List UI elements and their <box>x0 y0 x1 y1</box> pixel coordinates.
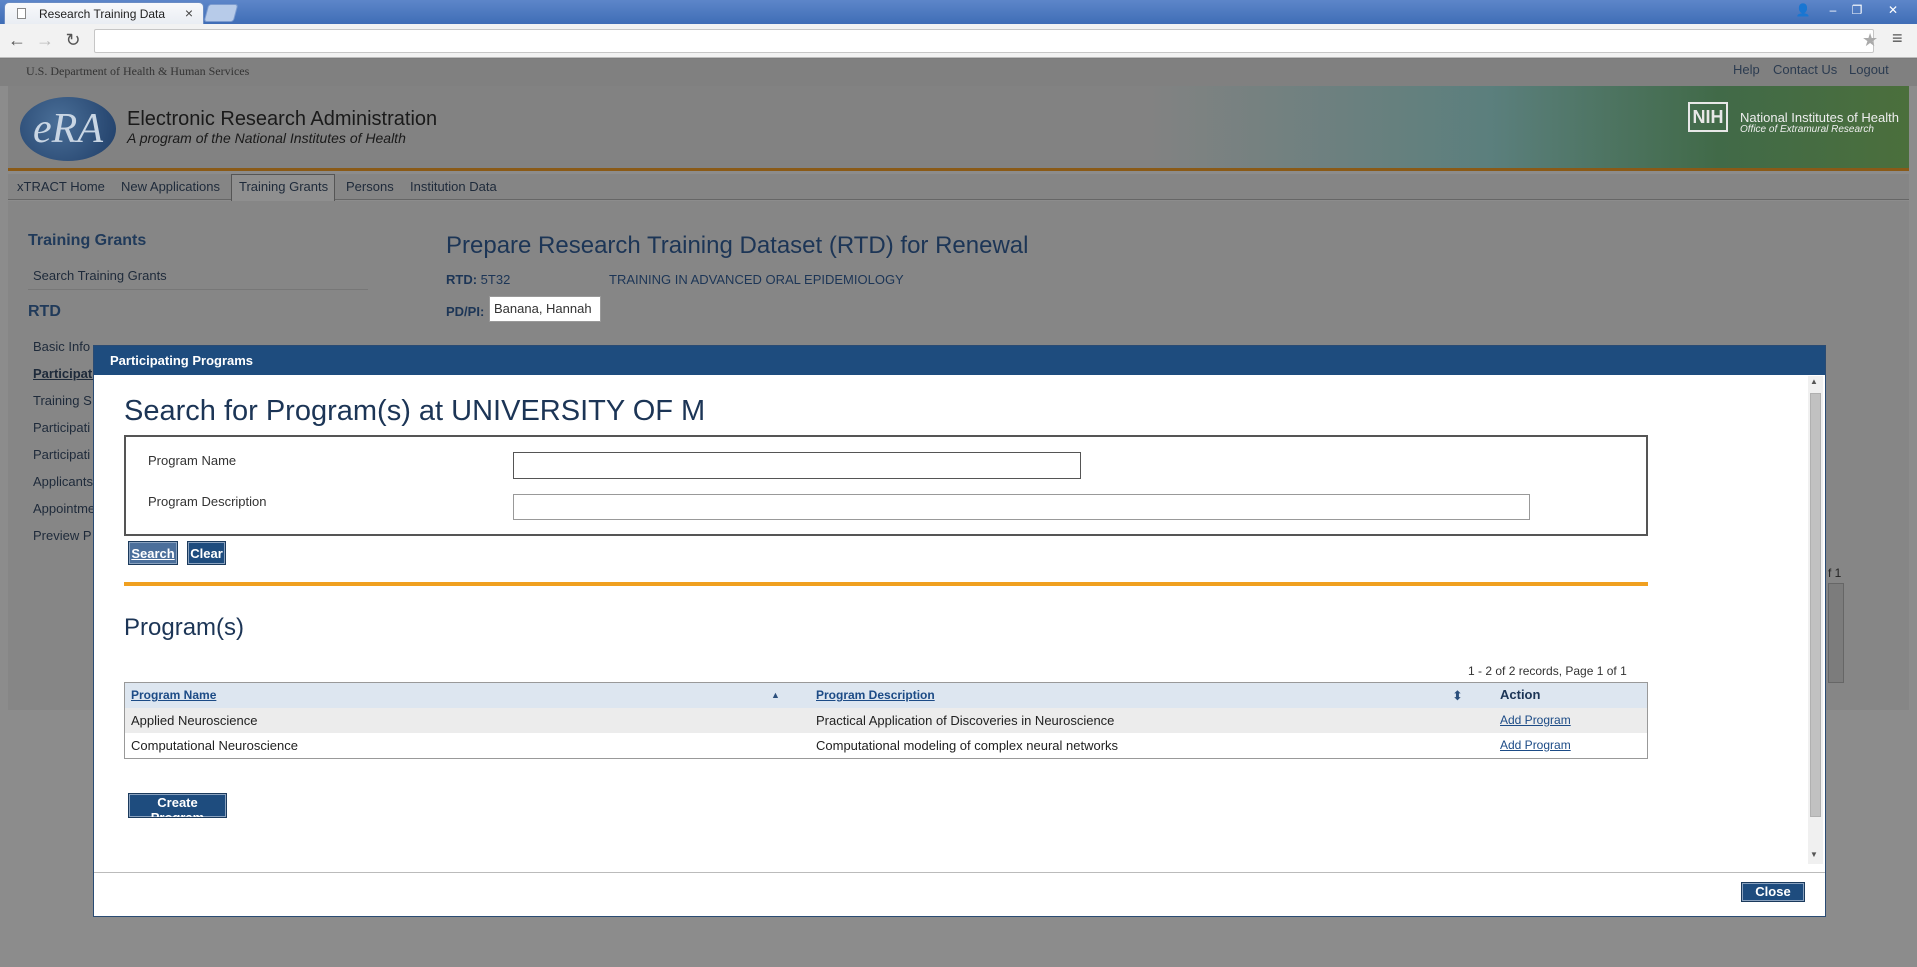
program-name-cell: Computational Neuroscience <box>131 738 298 753</box>
contact-us-link[interactable]: Contact Us <box>1773 62 1837 77</box>
pdpi-label: PD/PI: <box>446 304 485 319</box>
sidebar-item-participating-2[interactable]: Participati <box>33 420 90 435</box>
sidebar-item-participating-programs[interactable]: Participati <box>33 366 96 381</box>
page-title: Prepare Research Training Dataset (RTD) … <box>446 232 1029 259</box>
hhs-bar <box>0 59 1917 86</box>
nih-office: Office of Extramural Research <box>1740 124 1874 135</box>
rtd-title: TRAINING IN ADVANCED ORAL EPIDEMIOLOGY <box>609 272 904 287</box>
background-table-fragment <box>1828 583 1844 683</box>
nav-institution-data[interactable]: Institution Data <box>410 179 497 194</box>
program-description-label: Program Description <box>148 494 267 509</box>
section-divider <box>124 582 1648 586</box>
tab-close-icon[interactable]: × <box>185 5 193 21</box>
scroll-up-icon[interactable]: ▲ <box>1810 377 1818 386</box>
column-program-description[interactable]: Program Description <box>816 688 935 702</box>
rtd-label-text: RTD: <box>446 272 478 287</box>
program-description-cell: Practical Application of Discoveries in … <box>816 713 1115 728</box>
programs-heading: Program(s) <box>124 614 245 641</box>
window-close-icon[interactable]: ✕ <box>1882 2 1904 18</box>
program-name-label: Program Name <box>148 453 237 468</box>
address-bar[interactable] <box>94 29 1874 53</box>
nav-training-grants[interactable]: Training Grants <box>239 179 328 194</box>
nih-logo: NIH <box>1688 102 1728 132</box>
nav-new-applications[interactable]: New Applications <box>121 179 220 194</box>
sidebar-item-preview[interactable]: Preview P <box>33 528 92 543</box>
page-icon <box>17 8 26 19</box>
background-page-fragment: f 1 <box>1828 566 1842 580</box>
column-action: Action <box>1500 687 1541 702</box>
pdpi-value: Banana, Hannah <box>489 296 601 322</box>
minimize-icon[interactable]: – <box>1822 2 1844 18</box>
search-heading: Search for Program(s) at UNIVERSITY OF M <box>124 395 706 427</box>
modal-header <box>94 346 1825 375</box>
add-program-link[interactable]: Add Program <box>1500 713 1571 727</box>
close-button[interactable]: Close <box>1741 882 1805 902</box>
modal-title: Participating Programs <box>110 353 254 368</box>
modal-footer-divider <box>94 872 1825 873</box>
nih-name: National Institutes of Health <box>1740 110 1899 125</box>
search-button[interactable]: Search <box>128 541 178 565</box>
column-program-name[interactable]: Program Name <box>131 688 216 702</box>
browser-titlebar <box>0 0 1917 24</box>
rtd-label: RTD: 5T32 <box>446 272 510 287</box>
maximize-icon[interactable]: ❐ <box>1846 2 1868 18</box>
era-logo: eRA <box>20 97 116 161</box>
sidebar-search-training-grants[interactable]: Search Training Grants <box>33 268 167 283</box>
participating-programs-modal <box>93 345 1826 917</box>
help-link[interactable]: Help <box>1733 62 1760 77</box>
tab-title: Research Training Data <box>39 7 166 21</box>
sort-ascending-icon[interactable]: ▲ <box>771 690 780 700</box>
sidebar-title: Training Grants <box>28 232 147 249</box>
sidebar-item-appointments[interactable]: Appointme <box>33 501 95 516</box>
back-icon[interactable]: ← <box>6 29 28 51</box>
add-program-link[interactable]: Add Program <box>1500 738 1571 752</box>
search-form <box>124 435 1648 536</box>
create-program-button[interactable]: Create Program <box>128 793 227 825</box>
browser-menu-icon[interactable]: ≡ <box>1892 28 1903 49</box>
scroll-down-icon[interactable]: ▼ <box>1810 850 1818 859</box>
sidebar-item-basic-info[interactable]: Basic Info <box>33 339 90 354</box>
sidebar-divider <box>28 289 368 290</box>
sidebar-section-rtd: RTD <box>28 303 61 320</box>
program-name-input[interactable] <box>513 452 1081 479</box>
forward-icon[interactable]: → <box>34 29 56 51</box>
era-subtitle: A program of the National Institutes of … <box>127 130 406 146</box>
reload-icon[interactable]: ↻ <box>62 29 84 51</box>
bookmark-star-icon[interactable]: ★ <box>1862 30 1878 51</box>
program-name-cell: Applied Neuroscience <box>131 713 258 728</box>
modal-scrollbar-thumb[interactable] <box>1810 393 1821 817</box>
program-description-input[interactable] <box>513 494 1530 520</box>
sidebar-item-training-support[interactable]: Training S <box>33 393 92 408</box>
rtd-value: 5T32 <box>480 272 511 287</box>
logout-link[interactable]: Logout <box>1849 62 1889 77</box>
records-count: 1 - 2 of 2 records, Page 1 of 1 <box>1468 664 1627 678</box>
user-icon[interactable]: 👤 <box>1792 2 1814 18</box>
browser-tab[interactable]: Research Training Data × <box>4 2 204 24</box>
hhs-label: U.S. Department of Health & Human Servic… <box>26 64 250 78</box>
clear-button[interactable]: Clear <box>187 541 226 565</box>
sidebar-item-participating-3[interactable]: Participati <box>33 447 90 462</box>
sidebar-item-applicants[interactable]: Applicants <box>33 474 93 489</box>
nav-xtract-home[interactable]: xTRACT Home <box>17 179 105 194</box>
new-tab-button[interactable] <box>203 4 239 22</box>
nav-persons[interactable]: Persons <box>346 179 394 194</box>
era-title: Electronic Research Administration <box>127 108 438 130</box>
sort-icon[interactable]: ⬍ <box>1452 688 1463 704</box>
program-description-cell: Computational modeling of complex neural… <box>816 738 1119 753</box>
